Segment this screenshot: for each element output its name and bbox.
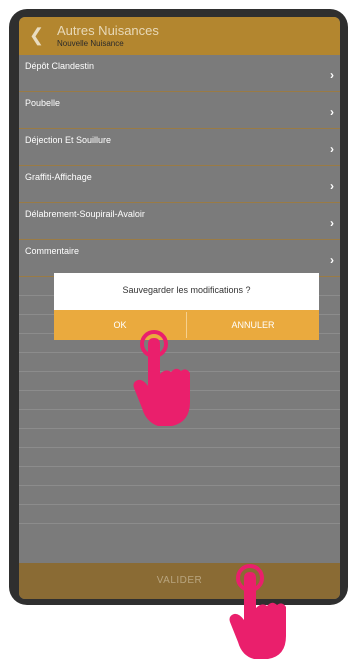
- app-header: ❮ Autres Nuisances Nouvelle Nuisance: [19, 17, 340, 55]
- empty-row: [19, 486, 340, 505]
- list-item-label: Graffiti-Affichage: [25, 172, 92, 182]
- dialog-message: Sauvegarder les modifications ?: [122, 285, 251, 295]
- chevron-right-icon: ›: [330, 216, 334, 230]
- list-item-commentaire[interactable]: Commentaire ›: [19, 240, 340, 277]
- list-item-label: Poubelle: [25, 98, 61, 108]
- dialog-body: Sauvegarder les modifications ?: [54, 273, 319, 310]
- empty-row: [19, 429, 340, 448]
- chevron-left-icon[interactable]: ❮: [29, 26, 44, 44]
- list-item-delabrement[interactable]: Délabrement-Soupirail-Avaloir ›: [19, 203, 340, 240]
- list-item-label: Déjection Et Souillure: [25, 135, 112, 145]
- chevron-right-icon: ›: [330, 179, 334, 193]
- list-item-dejection[interactable]: Déjection Et Souillure ›: [19, 129, 340, 166]
- empty-row: [19, 467, 340, 486]
- list-item-poubelle[interactable]: Poubelle ›: [19, 92, 340, 129]
- page-subtitle: Nouvelle Nuisance: [57, 39, 124, 48]
- list-item-depot-clandestin[interactable]: Dépôt Clandestin ›: [19, 55, 340, 92]
- pointing-hand-icon: [229, 564, 286, 659]
- pointing-hand-icon: [133, 330, 190, 426]
- list-item-label: Délabrement-Soupirail-Avaloir: [25, 209, 145, 219]
- empty-row: [19, 505, 340, 524]
- list-item-graffiti[interactable]: Graffiti-Affichage ›: [19, 166, 340, 203]
- chevron-right-icon: ›: [330, 253, 334, 267]
- list-item-label: Dépôt Clandestin: [25, 61, 95, 71]
- page-title: Autres Nuisances: [57, 23, 159, 38]
- chevron-right-icon: ›: [330, 68, 334, 82]
- chevron-right-icon: ›: [330, 105, 334, 119]
- cancel-button[interactable]: ANNULER: [187, 310, 319, 340]
- list-item-label: Commentaire: [25, 246, 80, 256]
- empty-row: [19, 448, 340, 467]
- chevron-right-icon: ›: [330, 142, 334, 156]
